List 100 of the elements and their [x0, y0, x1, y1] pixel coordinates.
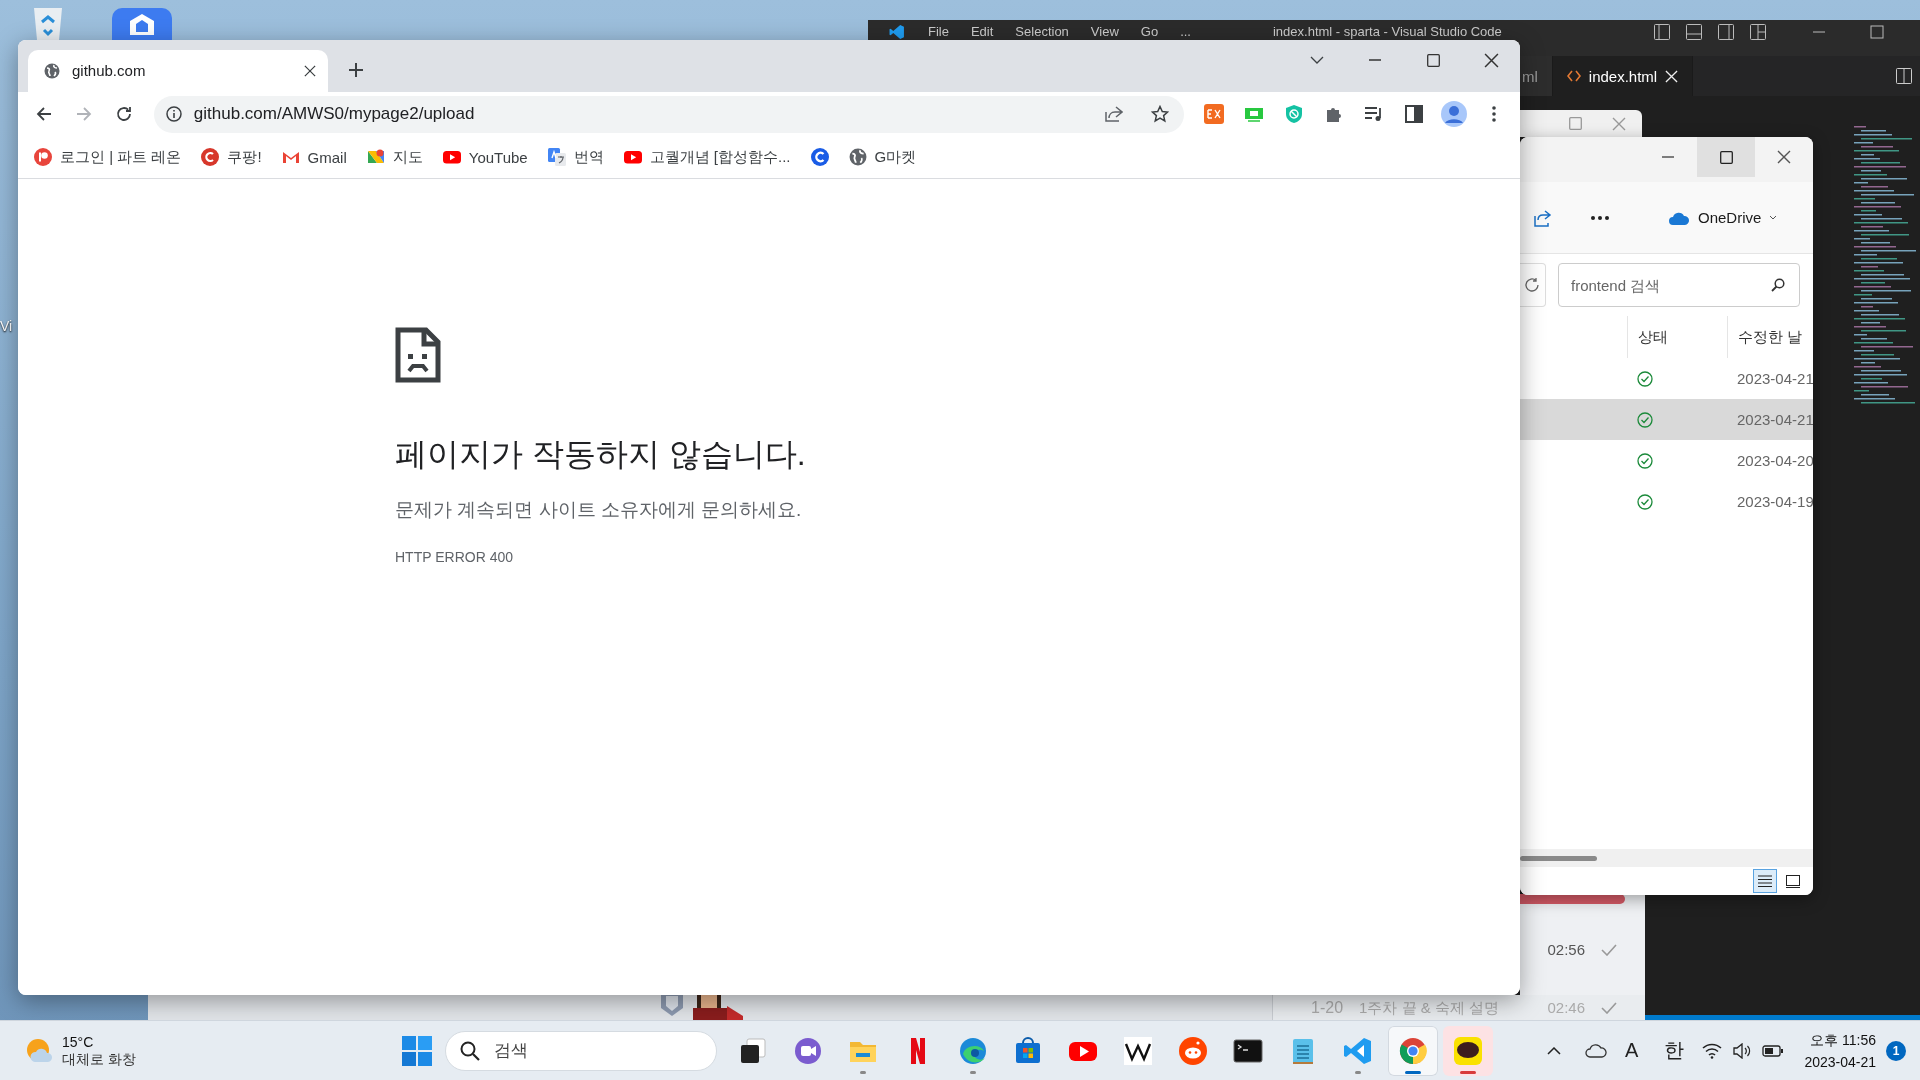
bookmark[interactable]: YouTube	[436, 144, 534, 170]
playlist-icon	[1364, 106, 1384, 122]
clock-time[interactable]: 오후 11:56	[1810, 1031, 1876, 1050]
close-tab-button[interactable]	[304, 65, 316, 77]
running-indicator	[859, 1070, 866, 1074]
chevron-down-icon	[1769, 214, 1778, 221]
taskbar-app-button[interactable]	[1442, 1025, 1493, 1076]
bookmark[interactable]: 쿠팡!	[195, 143, 268, 171]
notification-badge[interactable]: 1	[1886, 1040, 1906, 1061]
browser-tab[interactable]: github.com	[28, 50, 328, 92]
check-icon	[1601, 1001, 1617, 1014]
file-row[interactable]: 2023-04-21	[1520, 399, 1813, 440]
weather-condition: 대체로 화창	[62, 1050, 136, 1068]
bookmark[interactable]: 번역	[541, 143, 610, 171]
broken-page-icon	[395, 327, 441, 383]
desktop-label: Vi	[0, 318, 13, 334]
star-icon	[1151, 105, 1169, 123]
battery-icon[interactable]	[1762, 1044, 1785, 1057]
bookmark[interactable]: 로그인 | 파트 레온	[28, 143, 188, 171]
file-row[interactable]: 2023-04-19	[1520, 481, 1813, 522]
taskbar-search-field[interactable]: 검색	[445, 1030, 717, 1071]
bookmark[interactable]: 고퀄개념 [합성함수...	[617, 143, 797, 171]
reddit-icon	[1177, 1035, 1208, 1066]
file-row[interactable]: 2023-04-21	[1520, 358, 1813, 399]
shield-icon	[1285, 104, 1303, 124]
temperature: 15°C	[62, 1033, 95, 1051]
globe-icon	[44, 63, 60, 79]
app-icon[interactable]	[112, 8, 172, 40]
forward-arrow-icon	[75, 106, 92, 122]
info-icon	[165, 106, 182, 122]
details-view-button[interactable]	[1753, 869, 1777, 893]
bookmark[interactable]: 지도	[360, 143, 429, 171]
layout-icon[interactable]	[1686, 24, 1702, 40]
split-editor-icon[interactable]	[1896, 68, 1912, 84]
layout-icon[interactable]	[1654, 24, 1670, 40]
error-code: HTTP ERROR 400	[395, 549, 514, 565]
address-bar[interactable]: github.com/AMWS0/mypage2/upload	[153, 95, 1184, 133]
input-mode-indicator[interactable]: A	[1617, 1039, 1647, 1062]
kebab-menu-icon	[1492, 106, 1496, 122]
share-icon	[1532, 207, 1552, 228]
chevron-up-icon[interactable]	[1547, 1046, 1562, 1055]
side-panel-icon	[1405, 105, 1423, 123]
search-field[interactable]: frontend 검색	[1558, 263, 1800, 307]
modified-date: 2023-04-21	[1737, 370, 1813, 387]
search-input[interactable]: 검색	[492, 1039, 692, 1062]
menu-item[interactable]: File	[928, 24, 949, 39]
back-arrow-icon	[35, 106, 52, 122]
more-icon	[1590, 214, 1610, 221]
window-title: index.html - sparta - Visual Studio Code	[1273, 24, 1502, 39]
vscode-icon	[888, 24, 906, 40]
avatar-icon	[1441, 101, 1467, 127]
scrollbar-thumb[interactable]	[1520, 855, 1597, 861]
puzzle-icon	[1325, 105, 1343, 123]
running-indicator	[969, 1070, 976, 1074]
menu-item[interactable]: Edit	[970, 24, 994, 39]
language-indicator[interactable]: 한	[1656, 1037, 1693, 1064]
maximize-button[interactable]	[1697, 137, 1755, 177]
windows-logo-icon	[402, 1035, 432, 1066]
speaker-icon[interactable]	[1732, 1042, 1753, 1059]
editor-tab[interactable]: index.html	[1552, 56, 1694, 96]
wikipedia-icon	[1122, 1035, 1153, 1066]
wifi-icon[interactable]	[1702, 1042, 1723, 1059]
synced-check-icon	[1637, 411, 1653, 428]
edge-icon	[957, 1035, 988, 1066]
onedrive-button[interactable]: OneDrive	[1664, 205, 1782, 230]
youtube-icon	[623, 148, 642, 166]
refresh-icon	[1524, 277, 1540, 293]
cloud-icon	[1668, 210, 1690, 225]
maximize-icon[interactable]	[1870, 24, 1884, 40]
synced-check-icon	[1637, 493, 1653, 510]
modified-date: 2023-04-20	[1737, 452, 1813, 469]
search-input[interactable]: frontend 검색	[1569, 275, 1749, 295]
menu-item[interactable]: Selection	[1015, 24, 1069, 39]
synced-check-icon	[1637, 370, 1653, 387]
cloud-icon[interactable]	[1585, 1043, 1608, 1058]
editor-tab[interactable]: ml	[1520, 56, 1553, 96]
menu-item[interactable]: ...	[1180, 24, 1191, 39]
file-row[interactable]: 2023-04-20	[1520, 440, 1813, 481]
layout-icon[interactable]	[1718, 24, 1734, 40]
column-header[interactable]: 상태	[1638, 327, 1668, 347]
close-icon	[1777, 150, 1791, 164]
clock-date[interactable]: 2023-04-21	[1804, 1053, 1876, 1070]
maximize-icon	[1569, 117, 1582, 130]
error-title: 페이지가 작동하지 않습니다.	[395, 435, 807, 474]
bookmark[interactable]: Gmail	[275, 144, 353, 170]
menu-item[interactable]: Go	[1140, 24, 1159, 39]
menu-item[interactable]: View	[1090, 24, 1119, 39]
layout-icon[interactable]	[1750, 24, 1766, 40]
refresh-button[interactable]	[1520, 263, 1546, 307]
screen-icon	[1244, 106, 1264, 122]
bookmark[interactable]: G마켓	[842, 143, 923, 171]
close-icon	[1483, 52, 1499, 68]
ex-badge-icon	[1204, 104, 1224, 124]
plus-icon	[348, 62, 364, 78]
lesson-duration: 02:46	[1547, 999, 1585, 1016]
running-indicator	[1404, 1070, 1421, 1074]
column-header[interactable]: 수정한 날	[1738, 327, 1803, 347]
lesson-title: 1주차 끝 & 숙제 설명	[1359, 998, 1500, 1017]
lesson-row[interactable]: 02:56	[1520, 904, 1645, 995]
running-indicator	[1354, 1070, 1361, 1074]
